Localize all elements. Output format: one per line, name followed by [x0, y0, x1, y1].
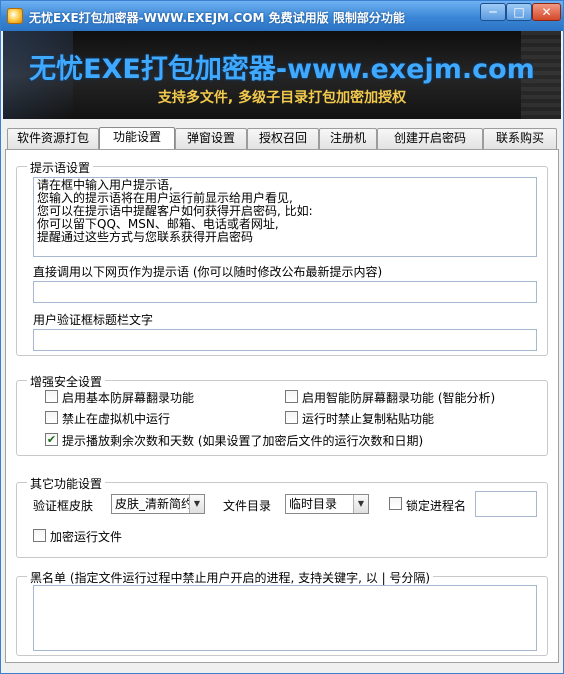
prompt-settings-group: 提示语设置 请在框中输入用户提示语, 您输入的提示语将在用户运行前显示给用户看见…: [16, 159, 548, 356]
dialog-caption-input[interactable]: [33, 329, 537, 351]
url-prompt-input[interactable]: [33, 281, 537, 303]
show-remaining-checkbox[interactable]: ✔: [45, 433, 58, 446]
prompt-settings-legend: 提示语设置: [27, 159, 94, 176]
blacklist-group: 黑名单 (指定文件运行过程中禁止用户开启的进程, 支持关键字, 以 | 号分隔): [16, 569, 548, 656]
url-prompt-label: 直接调用以下网页作为提示语 (你可以随时修改公布最新提示内容): [33, 265, 383, 279]
window-title: 无忧EXE打包加密器-WWW.EXEJM.COM 免费试用版 限制部分功能: [29, 11, 405, 25]
smart-anti-capture-label: 启用智能防屏幕翻录功能 (智能分析): [302, 391, 496, 405]
smart-anti-capture-checkbox[interactable]: [285, 390, 298, 403]
blacklist-legend: 黑名单 (指定文件运行过程中禁止用户开启的进程, 支持关键字, 以 | 号分隔): [27, 569, 434, 586]
tab-license-recall[interactable]: 授权召回: [247, 128, 319, 149]
basic-anti-capture-label: 启用基本防屏幕翻录功能: [62, 391, 195, 405]
encrypt-run-checkbox[interactable]: [33, 529, 46, 542]
checkmark-icon: ✔: [46, 433, 57, 446]
banner-subtitle: 支持多文件, 多级子目录打包加密加授权: [157, 90, 407, 106]
block-clipboard-checkbox[interactable]: [285, 411, 298, 424]
encrypt-run-label: 加密运行文件: [50, 530, 123, 544]
skin-select-value: 皮肤_清新简约: [115, 497, 194, 511]
chevron-down-icon: ▼: [189, 495, 204, 513]
skin-select[interactable]: 皮肤_清新简约 ▼: [111, 494, 205, 514]
chevron-down-icon: ▼: [353, 495, 368, 513]
prompt-textarea[interactable]: 请在框中输入用户提示语, 您输入的提示语将在用户运行前显示给用户看见, 您可以在…: [33, 177, 537, 257]
feature-settings-panel: 提示语设置 请在框中输入用户提示语, 您输入的提示语将在用户运行前显示给用户看见…: [5, 149, 559, 663]
tab-keygen[interactable]: 注册机: [319, 128, 377, 149]
app-window: 无忧EXE打包加密器-WWW.EXEJM.COM 免费试用版 限制部分功能 ─ …: [0, 0, 564, 674]
security-settings-group: 增强安全设置 启用基本防屏幕翻录功能 启用智能防屏幕翻录功能 (智能分析) 禁止…: [16, 373, 548, 456]
dialog-caption-label: 用户验证框标题栏文字: [33, 313, 154, 327]
lock-process-input[interactable]: [475, 491, 537, 517]
maximize-button[interactable]: □: [506, 3, 532, 21]
lock-process-checkbox[interactable]: [389, 497, 402, 510]
other-settings-group: 其它功能设置 验证框皮肤 皮肤_清新简约 ▼ 文件目录 临时目录 ▼ 锁定进程名…: [16, 475, 548, 558]
basic-anti-capture-checkbox[interactable]: [45, 390, 58, 403]
file-dir-label: 文件目录: [223, 499, 272, 513]
file-dir-select-value: 临时目录: [289, 497, 338, 511]
tab-popup-settings[interactable]: 弹窗设置: [175, 128, 247, 149]
tab-contact-purchase[interactable]: 联系购买: [483, 128, 557, 149]
blacklist-textarea[interactable]: [33, 585, 537, 651]
tab-resource-packing[interactable]: 软件资源打包: [7, 128, 99, 149]
minimize-button[interactable]: ─: [480, 3, 506, 21]
tab-feature-settings[interactable]: 功能设置: [99, 127, 175, 149]
show-remaining-label: 提示播放剩余次数和天数 (如果设置了加密后文件的运行次数和日期): [62, 434, 424, 448]
tab-create-password[interactable]: 创建开启密码: [377, 128, 483, 149]
tab-bar: 软件资源打包 功能设置 弹窗设置 授权召回 注册机 创建开启密码 联系购买: [7, 127, 559, 150]
file-dir-select[interactable]: 临时目录 ▼: [285, 494, 369, 514]
block-vm-label: 禁止在虚拟机中运行: [62, 412, 171, 426]
title-bar[interactable]: 无忧EXE打包加密器-WWW.EXEJM.COM 免费试用版 限制部分功能 ─ …: [1, 1, 563, 31]
lock-process-label: 锁定进程名: [406, 499, 467, 513]
other-settings-legend: 其它功能设置: [27, 475, 106, 492]
skin-label: 验证框皮肤: [33, 499, 94, 513]
close-button[interactable]: ✕: [532, 3, 561, 21]
banner-title: 无忧EXE打包加密器-www.exejm.com: [29, 54, 535, 85]
banner: 无忧EXE打包加密器-www.exejm.com 支持多文件, 多级子目录打包加…: [3, 31, 561, 119]
app-icon: [7, 8, 23, 24]
security-settings-legend: 增强安全设置: [27, 373, 106, 390]
block-vm-checkbox[interactable]: [45, 411, 58, 424]
block-clipboard-label: 运行时禁止复制粘贴功能: [302, 412, 435, 426]
